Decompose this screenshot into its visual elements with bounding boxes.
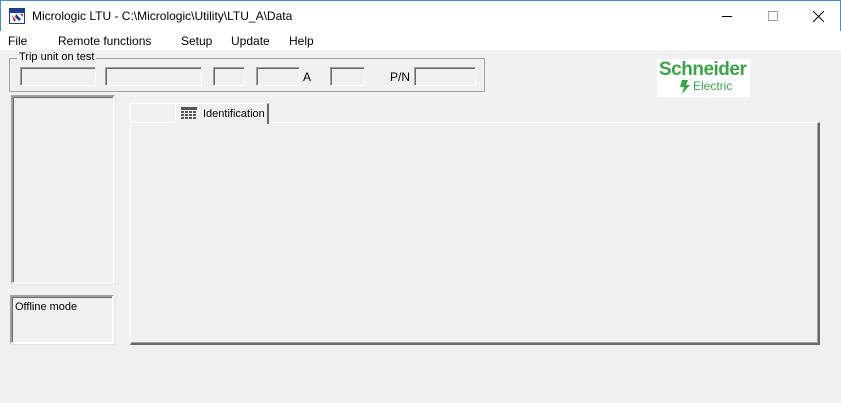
menu-bar: File Remote functions Setup Update Help [0, 31, 841, 50]
left-tree-panel [11, 95, 115, 284]
logo-leaf-icon [680, 80, 690, 94]
close-button[interactable] [795, 1, 841, 31]
menu-update[interactable]: Update [231, 34, 270, 48]
title-bar[interactable]: Micrologic LTU - C:\Micrologic\Utility\L… [0, 0, 841, 31]
maximize-icon [768, 11, 778, 21]
minimize-button[interactable] [704, 1, 750, 31]
tab-content-panel [130, 122, 820, 345]
trip-unit-field-3 [213, 67, 245, 86]
tab-blank [130, 103, 175, 124]
tab-identification[interactable]: Identification [175, 103, 269, 124]
trip-unit-field-2 [105, 67, 202, 86]
menu-remote-functions[interactable]: Remote functions [58, 34, 151, 48]
minimize-icon [722, 16, 732, 17]
tab-identification-label: Identification [203, 108, 265, 120]
menu-setup[interactable]: Setup [181, 34, 212, 48]
trip-unit-field-5 [330, 67, 365, 86]
grid-table-icon [181, 107, 197, 119]
menu-help[interactable]: Help [289, 34, 314, 48]
maximize-button[interactable] [750, 1, 796, 31]
pn-label: P/N [390, 70, 411, 84]
pn-field [414, 67, 476, 86]
window-title: Micrologic LTU - C:\Micrologic\Utility\L… [32, 9, 293, 23]
close-icon [812, 10, 824, 22]
amp-unit-label: A [303, 70, 312, 84]
trip-unit-field-1 [20, 67, 96, 86]
schneider-electric-logo: Schneider Electric [657, 59, 750, 97]
trip-unit-legend: Trip unit on test [17, 51, 97, 63]
logo-name-bottom: Electric [693, 79, 733, 93]
trip-unit-current-field [256, 67, 300, 86]
status-text: Offline mode [15, 301, 78, 313]
status-panel: Offline mode [10, 295, 114, 344]
menu-file[interactable]: File [8, 34, 27, 48]
app-icon [9, 8, 25, 24]
logo-name-top: Schneider [659, 59, 747, 80]
